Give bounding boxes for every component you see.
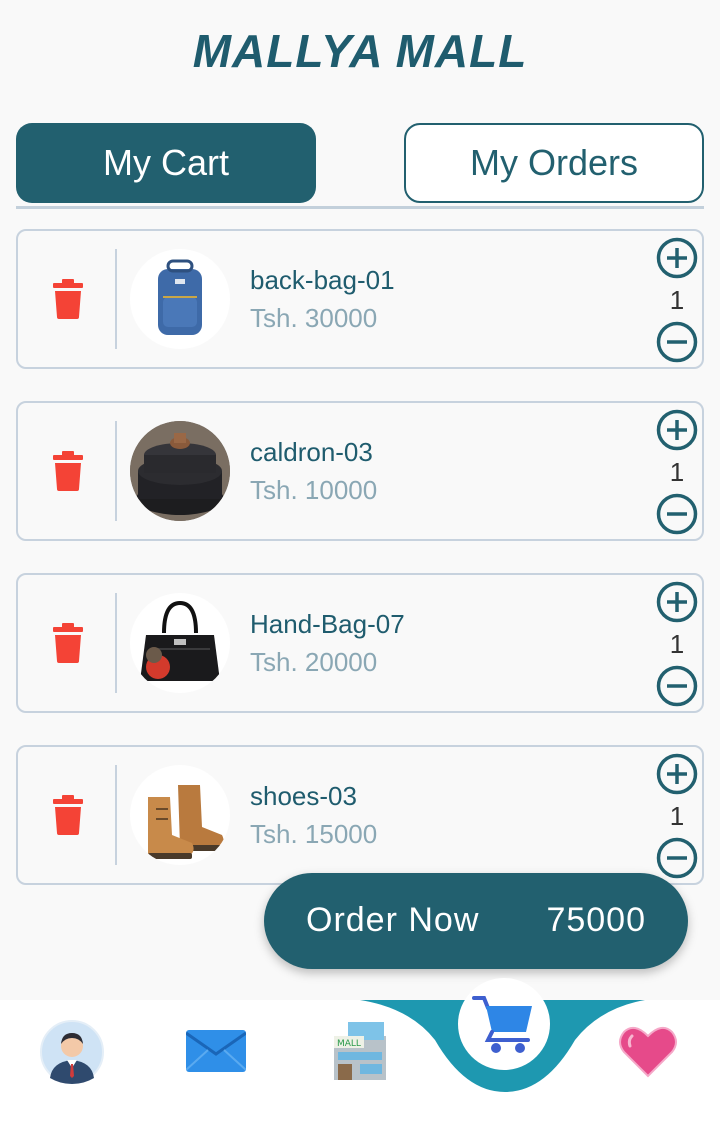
product-price: Tsh. 20000 [250, 647, 378, 677]
minus-circle-icon[interactable] [656, 665, 698, 707]
plus-circle-icon[interactable] [656, 409, 698, 451]
nav-favorites[interactable] [618, 1024, 678, 1078]
black-handbag-image [130, 593, 230, 693]
cart-item: back-bag-01 Tsh. 30000 1 [16, 229, 704, 369]
order-now-label: Order Now [306, 901, 480, 939]
plus-circle-icon[interactable] [656, 581, 698, 623]
tab-my-cart[interactable]: My Cart [16, 123, 316, 203]
product-price: Tsh. 30000 [250, 303, 378, 333]
app-logo: MALLYA MALL [192, 25, 528, 77]
svg-text:MALL: MALL [337, 1039, 361, 1049]
product-name: Hand-Bag-07 [250, 609, 405, 639]
cart-item: shoes-03 Tsh. 15000 1 [16, 745, 704, 885]
delete-icon[interactable] [52, 451, 84, 491]
cart-item: Hand-Bag-07 Tsh. 20000 1 [16, 573, 704, 713]
product-price: Tsh. 10000 [250, 475, 378, 505]
order-total: 75000 [546, 901, 646, 939]
delete-icon[interactable] [52, 279, 84, 319]
item-quantity: 1 [669, 457, 685, 487]
cart-item: caldron-03 Tsh. 10000 1 [16, 401, 704, 541]
blue-backpack-image [130, 249, 230, 349]
brown-boots-image [130, 765, 230, 865]
nav-cart[interactable] [458, 978, 550, 1070]
mall-building-icon: MALL [334, 1022, 386, 1080]
plus-circle-icon[interactable] [656, 753, 698, 795]
product-name: back-bag-01 [250, 265, 395, 295]
item-divider [115, 765, 117, 865]
item-divider [115, 593, 117, 693]
minus-circle-icon[interactable] [656, 493, 698, 535]
item-quantity: 1 [669, 285, 685, 315]
heart-icon [619, 1026, 677, 1078]
minus-circle-icon[interactable] [656, 321, 698, 363]
product-name: caldron-03 [250, 437, 373, 467]
order-now-button[interactable]: Order Now 75000 [264, 873, 688, 969]
product-price: Tsh. 15000 [250, 819, 378, 849]
cart-icon [472, 996, 532, 1053]
item-quantity: 1 [669, 629, 685, 659]
black-pot-image [130, 421, 230, 521]
tabs-underline [16, 206, 704, 209]
nav-mall[interactable]: MALL [332, 1022, 388, 1080]
delete-icon[interactable] [52, 623, 84, 663]
delete-icon[interactable] [52, 795, 84, 835]
mail-icon [185, 1030, 247, 1072]
item-divider [115, 421, 117, 521]
bottom-navigation: MALL [0, 978, 720, 1145]
tab-my-orders[interactable]: My Orders [404, 123, 704, 203]
product-name: shoes-03 [250, 781, 357, 811]
item-divider [115, 249, 117, 349]
nav-messages[interactable] [185, 1030, 247, 1072]
nav-profile[interactable] [40, 1020, 104, 1084]
minus-circle-icon[interactable] [656, 837, 698, 879]
profile-avatar-icon [40, 1020, 104, 1084]
plus-circle-icon[interactable] [656, 237, 698, 279]
item-quantity: 1 [669, 801, 685, 831]
